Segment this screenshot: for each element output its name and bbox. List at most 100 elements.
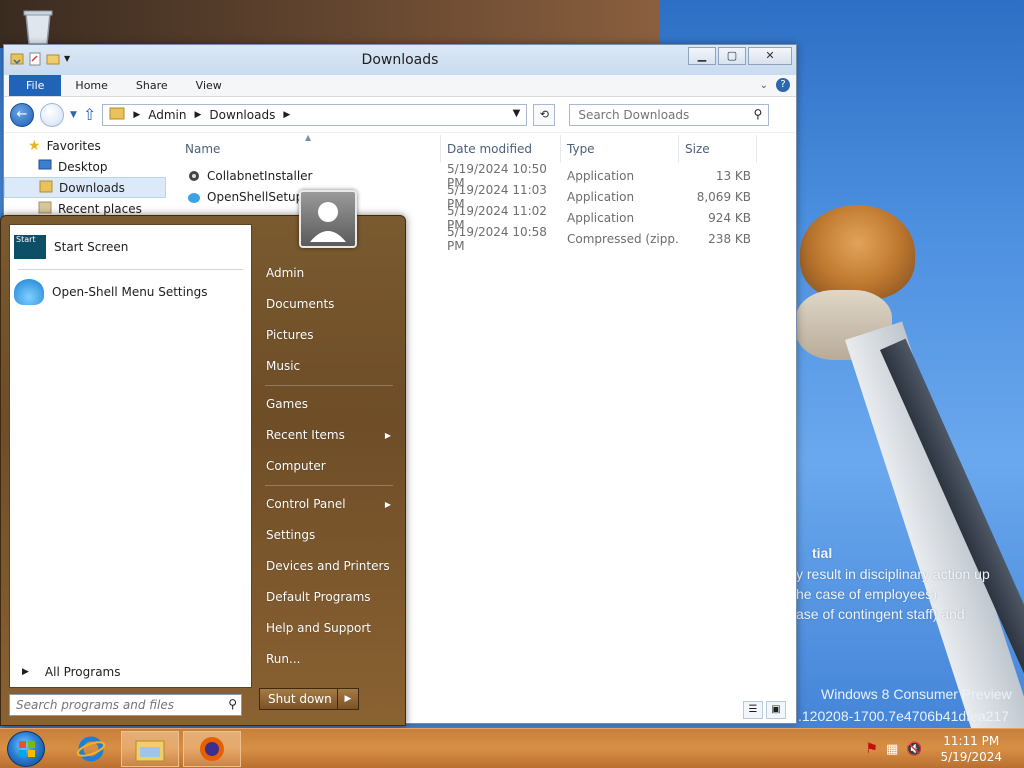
file-size: 238 KB <box>708 231 751 246</box>
watermark-title: tial <box>812 545 833 561</box>
volume-muted-icon[interactable]: 🔇 <box>906 742 922 757</box>
wallpaper-shadow <box>0 0 660 48</box>
start-item-default-programs[interactable]: Default Programs <box>259 582 399 613</box>
start-screen-item[interactable]: Start Start Screen <box>10 227 251 267</box>
build-watermark-line-2: .120208-1700.7e4706b41dfea217 <box>798 708 1009 724</box>
system-tray: ⚑ ▦ 🔇 11:11 PM 5/19/2024 <box>865 729 1024 768</box>
column-size[interactable]: Size <box>679 135 757 163</box>
watermark-line-2: he case of employees) <box>796 586 937 602</box>
search-icon[interactable]: ⚲ <box>228 697 237 711</box>
chevron-right-icon: ▶ <box>384 431 391 440</box>
desktop-icon <box>38 159 52 174</box>
sort-arrow-icon: ▲ <box>305 133 312 142</box>
firefox-icon <box>200 737 224 761</box>
build-watermark-line-1: Windows 8 Consumer Preview <box>821 686 1012 702</box>
search-box[interactable]: ⚲ <box>569 103 770 126</box>
nav-downloads[interactable]: Downloads <box>4 177 166 198</box>
file-size: 924 KB <box>708 210 751 225</box>
start-item-control-panel[interactable]: Control Panel ▶ <box>259 489 399 520</box>
column-date-modified[interactable]: Date modified <box>441 135 561 163</box>
close-button[interactable]: ✕ <box>748 47 792 65</box>
breadcrumb-separator[interactable]: ▶ <box>283 110 290 120</box>
start-search-box[interactable]: ⚲ <box>9 694 242 716</box>
file-name: CollabnetInstaller <box>207 168 313 183</box>
start-menu: Start Start Screen Open-Shell Menu Setti… <box>0 190 406 726</box>
file-type: Application <box>567 189 635 204</box>
file-type: Compressed (zipp... <box>567 231 679 246</box>
all-programs-item[interactable]: ▶ All Programs <box>18 665 121 679</box>
nav-downloads-label: Downloads <box>59 180 125 195</box>
start-tile-text: Start <box>16 235 36 244</box>
watermark-line-1: y result in disciplinary action up <box>796 566 990 582</box>
forward-button[interactable] <box>40 102 64 127</box>
start-item-devices-printers[interactable]: Devices and Printers <box>259 551 399 582</box>
network-icon[interactable]: ▦ <box>886 742 898 757</box>
user-picture-icon[interactable] <box>299 190 357 248</box>
nav-desktop-label: Desktop <box>58 159 108 174</box>
wallpaper-space-needle-top <box>800 205 915 300</box>
start-item-pictures[interactable]: Pictures <box>259 320 399 351</box>
start-item-admin[interactable]: Admin <box>259 258 399 289</box>
refresh-button[interactable]: ⟲ <box>533 103 556 126</box>
up-icon[interactable]: ⇧ <box>83 105 96 124</box>
recycle-bin-icon[interactable] <box>18 6 58 46</box>
taskbar-internet-explorer[interactable] <box>62 731 120 767</box>
start-item-help-support[interactable]: Help and Support <box>259 613 399 644</box>
shutdown-label[interactable]: Shut down <box>260 689 338 709</box>
clock[interactable]: 11:11 PM 5/19/2024 <box>940 733 1002 765</box>
nav-recent-places-label: Recent places <box>58 201 142 216</box>
all-programs-label: All Programs <box>44 665 121 679</box>
nav-desktop[interactable]: Desktop <box>4 156 166 177</box>
open-shell-settings-item[interactable]: Open-Shell Menu Settings <box>10 272 251 312</box>
folder-icon <box>109 106 125 123</box>
search-input[interactable] <box>578 107 749 122</box>
action-center-flag-icon[interactable]: ⚑ <box>865 741 878 757</box>
start-item-settings[interactable]: Settings <box>259 520 399 551</box>
start-item-games[interactable]: Games <box>259 389 399 420</box>
minimize-button[interactable]: ▁ <box>688 47 716 65</box>
start-item-music[interactable]: Music <box>259 351 399 382</box>
taskbar-firefox[interactable] <box>183 731 241 767</box>
breadcrumb-separator[interactable]: ▶ <box>133 110 140 120</box>
tab-home[interactable]: Home <box>61 75 121 96</box>
start-item-recent-items[interactable]: Recent Items ▶ <box>259 420 399 451</box>
address-dropdown-icon[interactable]: ▼ <box>513 108 521 119</box>
breadcrumb-separator[interactable]: ▶ <box>195 110 202 120</box>
start-item-documents[interactable]: Documents <box>259 289 399 320</box>
address-bar: ← ▼ ⇧ ▶ Admin ▶ Downloads ▶ ▼ ⟲ ⚲ <box>4 97 796 133</box>
start-menu-programs: Start Start Screen Open-Shell Menu Setti… <box>9 224 252 688</box>
start-button[interactable] <box>7 731 45 767</box>
start-search-input[interactable] <box>16 698 211 712</box>
file-type: Application <box>567 210 635 225</box>
details-view-icon[interactable]: ☰ <box>743 701 763 719</box>
internet-explorer-icon <box>76 736 106 762</box>
recent-locations-icon[interactable]: ▼ <box>70 110 77 120</box>
breadcrumb-admin[interactable]: Admin <box>148 108 186 122</box>
nav-favorites-label: Favorites <box>46 138 101 153</box>
tab-view[interactable]: View <box>182 75 236 96</box>
breadcrumb-downloads[interactable]: Downloads <box>209 108 275 122</box>
tab-share[interactable]: Share <box>122 75 182 96</box>
start-item-computer[interactable]: Computer <box>259 451 399 482</box>
help-icon[interactable]: ? <box>776 78 790 92</box>
large-icons-view-icon[interactable]: ▣ <box>766 701 786 719</box>
tab-file[interactable]: File <box>9 75 62 96</box>
expand-ribbon-icon[interactable]: ⌄ <box>760 80 768 91</box>
taskbar-file-explorer[interactable] <box>121 731 179 767</box>
window-title: Downloads <box>361 52 439 68</box>
column-type[interactable]: Type <box>561 135 679 163</box>
maximize-button[interactable]: ▢ <box>718 47 746 65</box>
address-field[interactable]: ▶ Admin ▶ Downloads ▶ ▼ <box>102 103 528 126</box>
shutdown-button[interactable]: Shut down ▶ <box>259 688 359 710</box>
search-icon[interactable]: ⚲ <box>754 107 763 121</box>
title-bar[interactable]: ▼ Downloads ▁ ▢ ✕ <box>4 45 796 75</box>
taskbar: ⚑ ▦ 🔇 11:11 PM 5/19/2024 <box>0 728 1024 768</box>
start-item-run[interactable]: Run... <box>259 644 399 675</box>
start-screen-label: Start Screen <box>54 240 129 254</box>
back-button[interactable]: ← <box>10 102 34 127</box>
shutdown-options-icon[interactable]: ▶ <box>338 689 358 709</box>
star-icon: ★ <box>28 137 41 154</box>
downloads-folder-icon <box>39 179 53 196</box>
nav-favorites[interactable]: ★ Favorites <box>4 135 166 156</box>
file-size: 8,069 KB <box>696 189 751 204</box>
